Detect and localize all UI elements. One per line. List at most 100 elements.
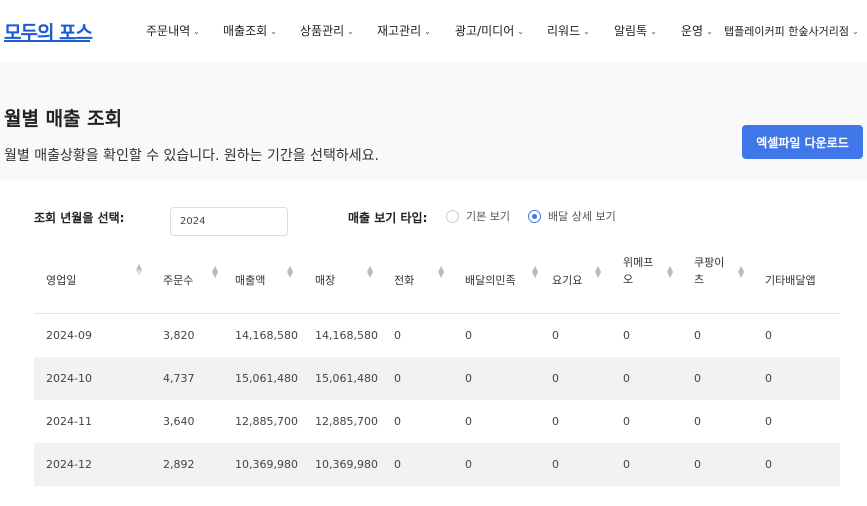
cell-store: 12,885,700 xyxy=(315,415,378,428)
nav-item-orders[interactable]: 주문내역 ⌄ xyxy=(146,22,200,39)
nav-item-label: 매출조회 xyxy=(223,24,268,38)
chevron-down-icon: ⌄ xyxy=(193,27,200,36)
monthly-sales-table: 영업일 ▲ ▼ 주문수 ▲ ▼ 매출액 ▲ ▼ 매장 ▲ ▼ 전화 ▲ ▼ 배달의민족 ▲… xyxy=(34,250,840,486)
store-name: 탭플레이커피 한숲사거리점 xyxy=(724,25,849,38)
year-month-label: 조회 년월을 선택: xyxy=(34,211,125,225)
chevron-down-icon: ⌄ xyxy=(517,27,524,36)
nav-item-alimtalk[interactable]: 알림톡 ⌄ xyxy=(614,22,657,39)
cell-store: 14,168,580 xyxy=(315,329,378,342)
column-header[interactable]: 매장 xyxy=(315,272,335,289)
cell-other-delivery: 0 xyxy=(765,372,772,385)
nav-item-sales[interactable]: 매출조회 ⌄ xyxy=(223,22,277,39)
cell-date: 2024-11 xyxy=(46,415,92,428)
sort-icon[interactable]: ▲ ▼ xyxy=(136,263,142,277)
cell-wemakeprice: 0 xyxy=(623,372,630,385)
cell-phone: 0 xyxy=(394,458,401,471)
cell-phone: 0 xyxy=(394,415,401,428)
cell-orders: 3,640 xyxy=(163,415,195,428)
sort-icon[interactable]: ▲ ▼ xyxy=(595,265,601,279)
cell-coupang-eats: 0 xyxy=(694,372,701,385)
chevron-down-icon: ⌄ xyxy=(424,27,431,36)
cell-store: 10,369,980 xyxy=(315,458,378,471)
cell-coupang-eats: 0 xyxy=(694,458,701,471)
cell-orders: 4,737 xyxy=(163,372,195,385)
cell-wemakeprice: 0 xyxy=(623,415,630,428)
cell-date: 2024-12 xyxy=(46,458,92,471)
nav-item-operations[interactable]: 운영 ⌄ xyxy=(681,22,713,39)
cell-yogiyo: 0 xyxy=(552,329,559,342)
radio-delivery-detail-view-label[interactable]: 배달 상세 보기 xyxy=(548,208,616,224)
excel-download-button[interactable]: 엑셀파일 다운로드 xyxy=(742,125,863,159)
year-month-input[interactable]: 2024 xyxy=(170,207,288,236)
view-type-label: 매출 보기 타입: xyxy=(348,211,428,225)
table-row: 2024-09 3,820 14,168,580 14,168,580 0 0 … xyxy=(34,314,840,357)
table-header-row: 영업일 ▲ ▼ 주문수 ▲ ▼ 매출액 ▲ ▼ 매장 ▲ ▼ 전화 ▲ ▼ 배달의민족 ▲… xyxy=(34,250,840,314)
column-header[interactable]: 기타배달앱 xyxy=(765,272,816,289)
cell-yogiyo: 0 xyxy=(552,415,559,428)
cell-phone: 0 xyxy=(394,329,401,342)
sort-icon[interactable]: ▲ ▼ xyxy=(367,265,373,279)
cell-sales: 12,885,700 xyxy=(235,415,298,428)
cell-orders: 2,892 xyxy=(163,458,195,471)
column-header[interactable]: 배달의민족 xyxy=(465,272,516,289)
cell-coupang-eats: 0 xyxy=(694,415,701,428)
sort-icon[interactable]: ▲ ▼ xyxy=(667,265,673,279)
nav-item-label: 광고/미디어 xyxy=(455,24,515,38)
cell-sales: 15,061,480 xyxy=(235,372,298,385)
table-row: 2024-11 3,640 12,885,700 12,885,700 0 0 … xyxy=(34,400,840,443)
page-title: 월별 매출 조회 xyxy=(4,108,123,130)
chevron-down-icon: ⌄ xyxy=(706,27,713,36)
cell-date: 2024-10 xyxy=(46,372,92,385)
column-header[interactable]: 요기요 xyxy=(552,272,582,289)
nav-item-label: 알림톡 xyxy=(614,24,648,38)
sort-icon[interactable]: ▲ ▼ xyxy=(438,265,444,279)
nav-item-rewards[interactable]: 리워드 ⌄ xyxy=(547,22,590,39)
chevron-down-icon: ⌄ xyxy=(270,27,277,36)
cell-wemakeprice: 0 xyxy=(623,458,630,471)
sort-icon[interactable]: ▲ ▼ xyxy=(287,265,293,279)
chevron-down-icon: ⌄ xyxy=(650,27,657,36)
cell-other-delivery: 0 xyxy=(765,458,772,471)
nav-item-ads-media[interactable]: 광고/미디어 ⌄ xyxy=(455,22,524,39)
nav-item-label: 리워드 xyxy=(547,24,581,38)
cell-baemin: 0 xyxy=(465,458,472,471)
column-header[interactable]: 영업일 xyxy=(46,272,76,289)
cell-sales: 10,369,980 xyxy=(235,458,298,471)
cell-orders: 3,820 xyxy=(163,329,195,342)
cell-baemin: 0 xyxy=(465,329,472,342)
cell-other-delivery: 0 xyxy=(765,329,772,342)
cell-yogiyo: 0 xyxy=(552,458,559,471)
logo-underline xyxy=(4,40,90,42)
column-header[interactable]: 전화 xyxy=(394,272,414,289)
column-header[interactable]: 쿠팡이 츠 xyxy=(694,254,724,288)
page-description: 월별 매출상황을 확인할 수 있습니다. 원하는 기간을 선택하세요. xyxy=(4,148,379,164)
chevron-down-icon: ⌄ xyxy=(583,27,590,36)
nav-item-products[interactable]: 상품관리 ⌄ xyxy=(300,22,354,39)
chevron-down-icon: ⌄ xyxy=(347,27,354,36)
radio-basic-view[interactable] xyxy=(446,210,459,223)
store-selector[interactable]: 탭플레이커피 한숲사거리점 ⌄ xyxy=(724,23,859,39)
cell-date: 2024-09 xyxy=(46,329,92,342)
sort-icon[interactable]: ▲ ▼ xyxy=(738,265,744,279)
cell-baemin: 0 xyxy=(465,372,472,385)
cell-other-delivery: 0 xyxy=(765,415,772,428)
sort-icon[interactable]: ▲ ▼ xyxy=(212,265,218,279)
nav-item-label: 재고관리 xyxy=(377,24,422,38)
radio-delivery-detail-view[interactable] xyxy=(528,210,541,223)
table-row: 2024-10 4,737 15,061,480 15,061,480 0 0 … xyxy=(34,357,840,400)
column-header[interactable]: 위메프 오 xyxy=(623,254,653,288)
sort-icon[interactable]: ▲ ▼ xyxy=(532,265,538,279)
column-header[interactable]: 매출액 xyxy=(235,272,265,289)
nav-item-label: 운영 xyxy=(681,24,704,38)
nav-item-label: 주문내역 xyxy=(146,24,191,38)
nav-item-inventory[interactable]: 재고관리 ⌄ xyxy=(377,22,431,39)
cell-wemakeprice: 0 xyxy=(623,329,630,342)
cell-coupang-eats: 0 xyxy=(694,329,701,342)
cell-baemin: 0 xyxy=(465,415,472,428)
cell-sales: 14,168,580 xyxy=(235,329,298,342)
column-header[interactable]: 주문수 xyxy=(163,272,193,289)
cell-phone: 0 xyxy=(394,372,401,385)
chevron-down-icon: ⌄ xyxy=(851,27,859,36)
cell-store: 15,061,480 xyxy=(315,372,378,385)
radio-basic-view-label[interactable]: 기본 보기 xyxy=(466,208,510,224)
